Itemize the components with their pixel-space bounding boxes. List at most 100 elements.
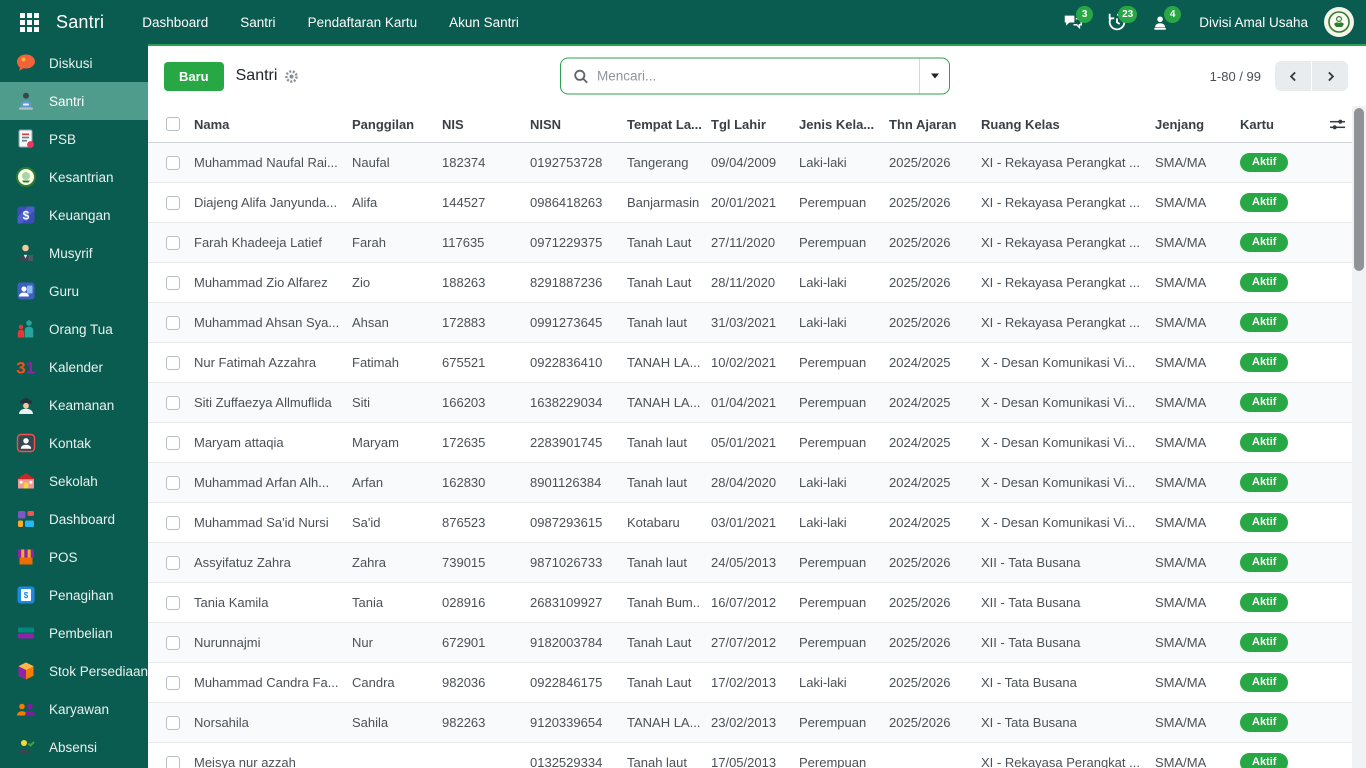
column-header-ruang-kelas[interactable]: Ruang Kelas bbox=[971, 117, 1145, 132]
sidebar-item-santri[interactable]: Santri bbox=[0, 82, 148, 120]
cell-room: XI - Rekayasa Perangkat ... bbox=[981, 275, 1140, 290]
table-row[interactable]: Siti Zuffaezya Allmuflida Siti 166203 16382… bbox=[148, 383, 1352, 423]
scrollbar-thumb[interactable] bbox=[1354, 108, 1364, 271]
row-checkbox[interactable] bbox=[166, 395, 180, 410]
search-filter-dropdown[interactable] bbox=[919, 58, 949, 94]
table-row[interactable]: Muhammad Candra Fa... Candra 982036 0922846… bbox=[148, 663, 1352, 703]
row-checkbox[interactable] bbox=[166, 155, 180, 170]
user-avatar[interactable] bbox=[1324, 7, 1354, 37]
row-checkbox[interactable] bbox=[166, 475, 180, 490]
sidebar-item-karyawan[interactable]: Karyawan bbox=[0, 690, 148, 728]
sidebar-item-kontak[interactable]: Kontak bbox=[0, 424, 148, 462]
table-row[interactable]: Assyifatuz Zahra Zahra 739015 9871026733 Tan… bbox=[148, 543, 1352, 583]
chat-icon[interactable]: 3 bbox=[1055, 5, 1094, 39]
cell-kartu: Aktif bbox=[1230, 193, 1322, 212]
pager-next-button[interactable] bbox=[1312, 61, 1348, 91]
search-input[interactable] bbox=[597, 68, 919, 84]
table-row[interactable]: Farah Khadeeja Latief Farah 117635 09712293… bbox=[148, 223, 1352, 263]
cell-year: 2025/2026 bbox=[889, 635, 951, 650]
sidebar-item-absensi[interactable]: Absensi bbox=[0, 728, 148, 766]
column-header-thn-ajaran[interactable]: Thn Ajaran bbox=[879, 117, 971, 132]
column-header-tempat-la-[interactable]: Tempat La... bbox=[617, 117, 701, 132]
sidebar-item-stok-persediaan[interactable]: Stok Persediaan bbox=[0, 652, 148, 690]
sidebar-item-pos[interactable]: POS bbox=[0, 538, 148, 576]
table-row[interactable]: Muhammad Naufal Rai... Naufal 182374 019275… bbox=[148, 143, 1352, 183]
app-brand[interactable]: Santri bbox=[56, 12, 104, 33]
row-checkbox[interactable] bbox=[166, 715, 180, 730]
cell-gender: Perempuan bbox=[799, 715, 867, 730]
cell-nis: 166203 bbox=[442, 395, 486, 410]
sidebar-item-guru[interactable]: Guru bbox=[0, 272, 148, 310]
cell-place: Tanah Bum... bbox=[627, 595, 701, 610]
column-header-jenjang[interactable]: Jenjang bbox=[1145, 117, 1230, 132]
cell-gender: Perempuan bbox=[799, 235, 867, 250]
table-row[interactable]: Muhammad Ahsan Sya... Ahsan 172883 09912736… bbox=[148, 303, 1352, 343]
table-row[interactable]: Meisya nur azzah 0132529334 Tanah laut 17/0… bbox=[148, 743, 1352, 768]
table-row[interactable]: Maryam attaqia Maryam 172635 2283901745 Tana… bbox=[148, 423, 1352, 463]
row-checkbox[interactable] bbox=[166, 515, 180, 530]
company-name[interactable]: Divisi Amal Usaha bbox=[1199, 15, 1308, 30]
table-row[interactable]: Diajeng Alifa Janyunda... Alifa 144527 0986… bbox=[148, 183, 1352, 223]
row-checkbox[interactable] bbox=[166, 355, 180, 370]
select-all-checkbox-cell bbox=[148, 117, 184, 131]
sidebar-item-kesantrian[interactable]: Kesantrian bbox=[0, 158, 148, 196]
cell-nis: 982036 bbox=[442, 675, 486, 690]
cell-dob: 03/01/2021 bbox=[711, 515, 777, 530]
nav-menu-item-santri[interactable]: Santri bbox=[228, 9, 287, 36]
cell-place: Tanah laut bbox=[627, 315, 687, 330]
cell-kartu: Aktif bbox=[1230, 713, 1322, 732]
nav-menu-item-dashboard[interactable]: Dashboard bbox=[130, 9, 220, 36]
table-row[interactable]: Nur Fatimah Azzahra Fatimah 675521 09228364… bbox=[148, 343, 1352, 383]
sidebar-item-psb[interactable]: PSB bbox=[0, 120, 148, 158]
sidebar-item-penagihan[interactable]: $ Penagihan bbox=[0, 576, 148, 614]
table-row[interactable]: Tania Kamila Tania 028916 2683109927 Tanah B… bbox=[148, 583, 1352, 623]
column-header-nisn[interactable]: NISN bbox=[520, 117, 617, 132]
row-checkbox[interactable] bbox=[166, 435, 180, 450]
table-row[interactable]: Muhammad Sa'id Nursi Sa'id 876523 098729361… bbox=[148, 503, 1352, 543]
sidebar-item-musyrif[interactable]: Musyrif bbox=[0, 234, 148, 272]
row-checkbox[interactable] bbox=[166, 755, 180, 768]
select-all-checkbox[interactable] bbox=[166, 117, 180, 131]
cell-place: Banjarmasin bbox=[627, 195, 700, 210]
row-checkbox[interactable] bbox=[166, 675, 180, 690]
column-header-panggilan[interactable]: Panggilan bbox=[342, 117, 432, 132]
row-checkbox[interactable] bbox=[166, 275, 180, 290]
table-row[interactable]: Muhammad Arfan Alh... Arfan 162830 89011263… bbox=[148, 463, 1352, 503]
activity-clock-icon[interactable]: 23 bbox=[1099, 5, 1138, 39]
row-checkbox[interactable] bbox=[166, 315, 180, 330]
nav-menu-item-akun-santri[interactable]: Akun Santri bbox=[437, 9, 531, 36]
sidebar-item-kalender[interactable]: 3 1 Kalender bbox=[0, 348, 148, 386]
row-checkbox[interactable] bbox=[166, 595, 180, 610]
sidebar-item-pembelian[interactable]: Pembelian bbox=[0, 614, 148, 652]
column-header-jenis-kela-[interactable]: Jenis Kela... bbox=[789, 117, 879, 132]
pager-previous-button[interactable] bbox=[1275, 61, 1311, 91]
row-checkbox[interactable] bbox=[166, 235, 180, 250]
sidebar-item-sekolah[interactable]: Sekolah bbox=[0, 462, 148, 500]
cell-gender: Perempuan bbox=[799, 435, 867, 450]
sidebar-item-dashboard[interactable]: Dashboard bbox=[0, 500, 148, 538]
sidebar-item-orang-tua[interactable]: Orang Tua bbox=[0, 310, 148, 348]
sidebar-item-diskusi[interactable]: Diskusi bbox=[0, 44, 148, 82]
table-row[interactable]: Norsahila Sahila 982263 9120339654 TANAH LA.… bbox=[148, 703, 1352, 743]
row-checkbox[interactable] bbox=[166, 555, 180, 570]
row-checkbox[interactable] bbox=[166, 195, 180, 210]
column-header-tgl-lahir[interactable]: Tgl Lahir bbox=[701, 117, 789, 132]
onboarding-user-icon[interactable]: 4 bbox=[1143, 5, 1182, 39]
actions-gear-icon[interactable] bbox=[284, 69, 299, 84]
column-header-kartu[interactable]: Kartu bbox=[1230, 117, 1322, 132]
sidebar-item-keuangan[interactable]: $ Keuangan bbox=[0, 196, 148, 234]
vertical-scrollbar[interactable] bbox=[1352, 106, 1366, 768]
nav-menu-item-pendaftaran-kartu[interactable]: Pendaftaran Kartu bbox=[296, 9, 430, 36]
column-header-nis[interactable]: NIS bbox=[432, 117, 520, 132]
table-row[interactable]: Nurunnajmi Nur 672901 9182003784 Tanah Laut 2… bbox=[148, 623, 1352, 663]
table-row[interactable]: Muhammad Zio Alfarez Zio 188263 8291887236 T… bbox=[148, 263, 1352, 303]
column-header-nama[interactable]: Nama bbox=[184, 117, 342, 132]
cell-year: 2025/2026 bbox=[889, 595, 951, 610]
sidebar-item-keamanan[interactable]: Keamanan bbox=[0, 386, 148, 424]
cell-room: XII - Tata Busana bbox=[981, 595, 1081, 610]
cell-nis: 982263 bbox=[442, 715, 486, 730]
row-checkbox[interactable] bbox=[166, 635, 180, 650]
column-settings-icon[interactable] bbox=[1329, 117, 1346, 132]
apps-grid-icon[interactable] bbox=[12, 5, 46, 39]
new-record-button[interactable]: Baru bbox=[164, 61, 224, 91]
